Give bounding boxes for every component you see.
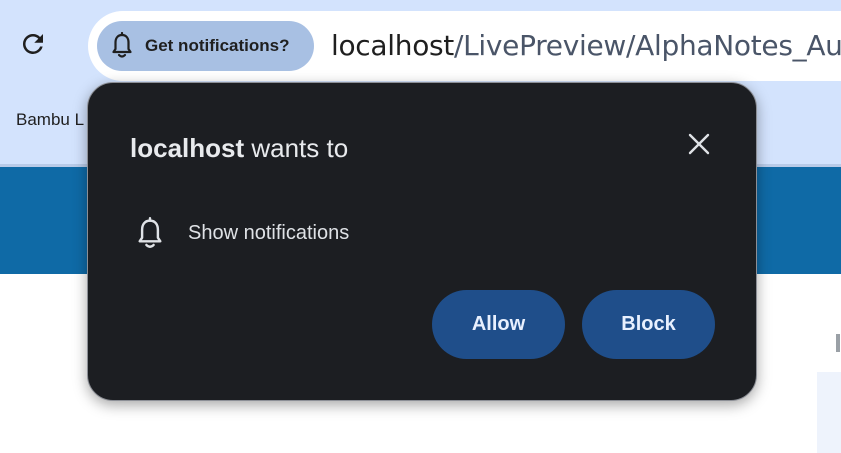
page-side-marker xyxy=(836,334,840,352)
url-path: /LivePreview/AlphaNotes_Auth xyxy=(454,29,841,62)
popup-title: localhost wants to xyxy=(130,133,348,164)
block-button[interactable]: Block xyxy=(582,290,715,359)
bell-icon xyxy=(109,31,135,61)
allow-button[interactable]: Allow xyxy=(432,290,565,359)
close-icon xyxy=(687,132,711,161)
reload-icon xyxy=(18,29,48,64)
page-side-panel xyxy=(817,372,841,453)
url-text[interactable]: localhost/LivePreview/AlphaNotes_Auth xyxy=(331,28,841,64)
popup-title-suffix: wants to xyxy=(244,133,349,163)
permission-prompt-dialog: localhost wants to Show notifications Al… xyxy=(87,82,757,401)
notification-chip-label: Get notifications? xyxy=(145,36,290,55)
bell-icon xyxy=(134,216,166,252)
url-host: localhost xyxy=(331,29,454,62)
permission-label: Show notifications xyxy=(188,222,350,244)
bookmark-item[interactable]: Bambu L xyxy=(16,110,84,130)
reload-button[interactable] xyxy=(6,16,60,76)
popup-title-origin: localhost xyxy=(130,133,245,163)
notification-permission-chip[interactable]: Get notifications? xyxy=(97,21,314,71)
close-button[interactable] xyxy=(682,129,716,163)
browser-window: Get notifications? localhost/LivePreview… xyxy=(0,0,841,453)
